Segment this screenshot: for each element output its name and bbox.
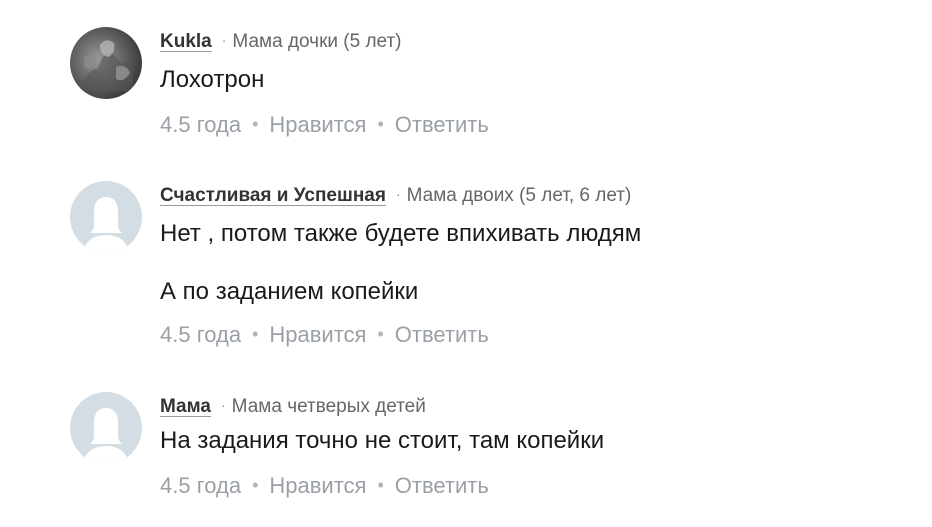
action-separator: •: [252, 114, 259, 134]
comment-text: Нет , потом также будете впихивать людям: [160, 220, 642, 247]
reply-button[interactable]: Ответить: [395, 473, 489, 498]
avatar[interactable]: [70, 392, 142, 464]
action-separator: •: [377, 475, 384, 495]
comment-time: 4.5 года: [160, 322, 242, 347]
comment-time: 4.5 года: [160, 112, 242, 137]
user-photo-icon: [80, 40, 134, 91]
comment-meta: Счастливая и Успешная · Мама двоих (5 лет,…: [160, 181, 912, 207]
comment-body: Мама · Мама четверых детей На задания точн…: [160, 392, 912, 500]
default-user-silhouette-icon: [84, 408, 128, 464]
comment-text: На задания точно не стоит, там копейки: [160, 427, 605, 454]
meta-separator: ·: [221, 32, 227, 48]
action-separator: •: [377, 114, 384, 134]
comment-actions: 4.5 года • Нравится • Ответить: [160, 109, 912, 139]
comment-time: 4.5 года: [160, 473, 242, 498]
default-user-silhouette-icon: [84, 197, 128, 253]
author-status: Мама дочки (5 лет): [232, 31, 402, 52]
comment-body: Kukla · Мама дочки (5 лет) Лохотрон 4.5 го…: [160, 27, 912, 139]
action-separator: •: [252, 324, 259, 344]
comment-meta: Мама · Мама четверых детей: [160, 392, 912, 418]
comment-meta: Kukla · Мама дочки (5 лет): [160, 27, 912, 53]
action-separator: •: [377, 324, 384, 344]
like-button[interactable]: Нравится: [269, 322, 366, 347]
author-link[interactable]: Счастливая и Успешная: [160, 185, 386, 206]
avatar[interactable]: [70, 27, 142, 99]
action-separator: •: [252, 475, 259, 495]
reply-button[interactable]: Ответить: [395, 322, 489, 347]
author-status: Мама четверых детей: [231, 396, 426, 417]
reply-button[interactable]: Ответить: [395, 112, 489, 137]
comment-actions: 4.5 года • Нравится • Ответить: [160, 470, 912, 500]
avatar[interactable]: [70, 181, 142, 253]
author-link[interactable]: Kukla: [160, 31, 212, 52]
author-link[interactable]: Мама: [160, 396, 211, 417]
meta-separator: ·: [395, 186, 401, 202]
comment-text: А по заданием копейки: [160, 278, 419, 305]
comment-text: Лохотрон: [160, 66, 265, 93]
meta-separator: ·: [221, 397, 226, 413]
like-button[interactable]: Нравится: [269, 112, 366, 137]
comment-actions: 4.5 года • Нравится • Ответить: [160, 319, 912, 349]
like-button[interactable]: Нравится: [269, 473, 366, 498]
author-status: Мама двоих (5 лет, 6 лет): [406, 185, 632, 206]
comment-body: Счастливая и Успешная · Мама двоих (5 лет,…: [160, 181, 912, 349]
